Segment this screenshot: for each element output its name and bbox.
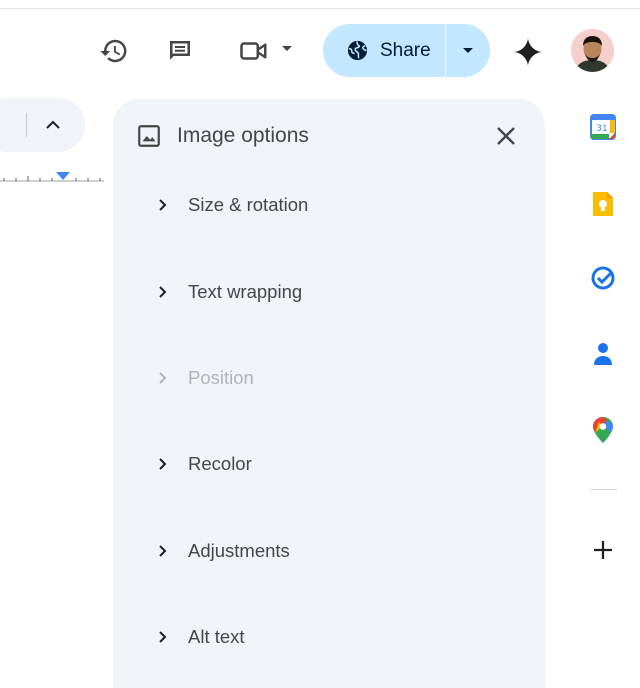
option-label: Text wrapping [188, 281, 303, 302]
option-label: Size & rotation [188, 194, 309, 215]
share-button-group: Share [323, 24, 490, 77]
calendar-icon[interactable]: 31 [589, 113, 617, 141]
chevron-right-icon [150, 630, 176, 644]
option-label: Alt text [188, 626, 245, 647]
chevron-up-icon[interactable] [42, 114, 64, 136]
history-icon[interactable] [98, 35, 130, 67]
keep-icon[interactable] [589, 190, 617, 218]
chevron-right-icon [150, 457, 176, 471]
add-icon[interactable] [589, 536, 617, 564]
video-meet-icon[interactable] [238, 36, 270, 66]
rail-divider [590, 489, 617, 490]
calendar-day-text: 31 [596, 124, 607, 134]
comment-icon[interactable] [164, 35, 196, 67]
docs-page: Share Image options Size & rotation Text… [0, 0, 640, 688]
contacts-icon[interactable] [589, 340, 617, 368]
option-label: Recolor [188, 453, 252, 474]
image-icon [136, 123, 162, 154]
option-label: Position [188, 367, 254, 388]
chevron-right-icon [150, 285, 176, 299]
close-icon[interactable] [492, 122, 520, 150]
option-text-wrapping[interactable]: Text wrapping [150, 272, 510, 312]
tasks-icon[interactable] [589, 264, 617, 292]
option-alt-text[interactable]: Alt text [150, 617, 510, 657]
share-dropdown-icon [463, 47, 473, 53]
globe-icon [346, 39, 369, 62]
ruler [0, 172, 104, 182]
dropdown-arrow-icon[interactable] [280, 42, 294, 56]
share-divider [445, 24, 446, 77]
chevron-right-icon [150, 198, 176, 212]
option-size-rotation[interactable]: Size & rotation [150, 185, 510, 225]
chevron-right-icon [150, 371, 176, 385]
panel-title: Image options [177, 124, 309, 147]
maps-icon[interactable] [589, 416, 617, 444]
gemini-icon[interactable] [511, 35, 545, 69]
avatar[interactable] [571, 29, 614, 72]
option-label: Adjustments [188, 540, 290, 561]
indent-marker-icon [56, 172, 70, 180]
option-recolor[interactable]: Recolor [150, 444, 510, 484]
top-divider [0, 8, 640, 9]
chevron-right-icon [150, 544, 176, 558]
option-adjustments[interactable]: Adjustments [150, 531, 510, 571]
toolbar-separator [26, 113, 27, 137]
share-button[interactable]: Share [323, 24, 445, 77]
option-position[interactable]: Position [150, 358, 510, 398]
share-options-button[interactable] [446, 24, 490, 77]
share-label: Share [380, 39, 431, 61]
